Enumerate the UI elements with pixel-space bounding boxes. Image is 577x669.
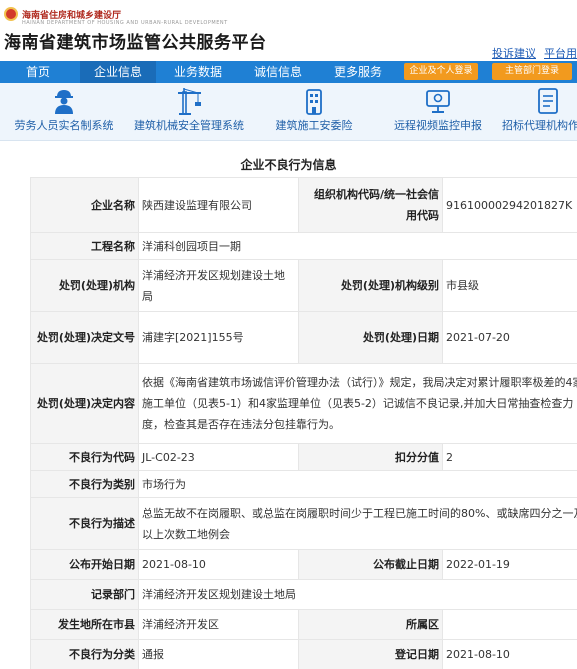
decision-date-value: 2021-07-20 <box>442 311 577 364</box>
table-row: 处罚(处理)机构 洋浦经济开发区规划建设土地局 处罚(处理)机构级别 市县级 <box>30 259 577 312</box>
record-dept-value: 洋浦经济开发区规划建设土地局 <box>138 579 577 610</box>
quick-crane-system[interactable]: 建筑机械安全管理系统 <box>124 83 254 141</box>
nav-home[interactable]: 首页 <box>0 61 76 83</box>
publish-end-value: 2022-01-19 <box>442 549 577 580</box>
bad-behavior-table: 企业名称 陕西建设监理有限公司 组织机构代码/统一社会信用代码 91610000… <box>30 177 577 669</box>
top-links: 投诉建议 平台用 <box>492 45 577 61</box>
quick-bid-agency[interactable]: 招标代理机构作 <box>500 83 577 141</box>
score-value: 2 <box>442 443 577 471</box>
location-city-value: 洋浦经济开发区 <box>138 609 299 640</box>
table-row: 处罚(处理)决定内容 依据《海南省建筑市场诚信评价管理办法（试行）》规定，我局决… <box>30 363 577 444</box>
quick-label: 建筑机械安全管理系统 <box>134 119 244 132</box>
location-city-label: 发生地所在市县 <box>30 609 139 640</box>
description-label: 不良行为描述 <box>30 497 139 550</box>
district-value <box>442 609 577 640</box>
district-label: 所属区 <box>298 609 443 640</box>
company-name-label: 企业名称 <box>30 177 139 233</box>
publish-start-label: 公布开始日期 <box>30 549 139 580</box>
record-dept-label: 记录部门 <box>30 579 139 610</box>
complaint-link[interactable]: 投诉建议 <box>492 45 536 61</box>
quick-worker-system[interactable]: 劳务人员实名制系统 <box>8 83 120 141</box>
nav-credit-info[interactable]: 诚信信息 <box>240 61 316 83</box>
publish-end-label: 公布截止日期 <box>298 549 443 580</box>
authority-login-button[interactable]: 主管部门登录 <box>492 63 572 80</box>
table-row: 不良行为分类 通报 登记日期 2021-08-10 <box>30 639 577 669</box>
register-date-label: 登记日期 <box>298 639 443 669</box>
classification-value: 通报 <box>138 639 299 669</box>
table-row: 工程名称 洋浦科创园项目一期 <box>30 232 577 260</box>
decision-content-label: 处罚(处理)决定内容 <box>30 363 139 444</box>
table-row: 处罚(处理)决定文号 浦建字[2021]155号 处罚(处理)日期 2021-0… <box>30 311 577 364</box>
table-row: 不良行为描述 总监无故不在岗履职、或总监在岗履职时间少于工程已施工时间的80%、… <box>30 497 577 550</box>
decision-date-label: 处罚(处理)日期 <box>298 311 443 364</box>
authority-level-label: 处罚(处理)机构级别 <box>298 259 443 312</box>
table-row: 不良行为类别 市场行为 <box>30 470 577 498</box>
site-title: 海南省建筑市场监管公共服务平台 <box>4 33 267 53</box>
quick-video-monitor[interactable]: 远程视频监控申报 <box>384 83 492 141</box>
project-value: 洋浦科创园项目一期 <box>138 232 577 260</box>
decision-no-label: 处罚(处理)决定文号 <box>30 311 139 364</box>
quick-label: 远程视频监控申报 <box>394 119 482 132</box>
org-code-label: 组织机构代码/统一社会信用代码 <box>298 177 443 233</box>
quick-label: 建筑施工安委险 <box>275 119 353 132</box>
section-title: 企业不良行为信息 <box>240 158 337 172</box>
nav-business-data[interactable]: 业务数据 <box>160 61 236 83</box>
publish-start-value: 2021-08-10 <box>138 549 299 580</box>
project-label: 工程名称 <box>30 232 139 260</box>
org-code-value: 91610000294201827K <box>442 177 577 233</box>
decision-content-value: 依据《海南省建筑市场诚信评价管理办法（试行）》规定，我局决定对累计履职率极差的4… <box>138 363 577 444</box>
classification-label: 不良行为分类 <box>30 639 139 669</box>
category-label: 不良行为类别 <box>30 470 139 498</box>
table-row: 公布开始日期 2021-08-10 公布截止日期 2022-01-19 <box>30 549 577 580</box>
register-date-value: 2021-08-10 <box>442 639 577 669</box>
table-row: 记录部门 洋浦经济开发区规划建设土地局 <box>30 579 577 610</box>
quick-menu: 劳务人员实名制系统 建筑机械安全管理系统 建筑施工安委险 远程视频监控申报 招标… <box>0 83 577 141</box>
department-sub: HAINAN DEPARTMENT OF HOUSING AND URBAN-R… <box>22 20 228 26</box>
department-name: 海南省住房和城乡建设厅 <box>22 10 122 21</box>
behavior-code-label: 不良行为代码 <box>30 443 139 471</box>
nav-company-info[interactable]: 企业信息 <box>80 61 156 83</box>
main-nav: 首页 企业信息 业务数据 诚信信息 更多服务 企业及个人登录 主管部门登录 <box>0 61 577 83</box>
worker-icon <box>55 90 73 114</box>
company-login-button[interactable]: 企业及个人登录 <box>404 63 478 80</box>
company-name-value: 陕西建设监理有限公司 <box>138 177 299 233</box>
behavior-code-value: JL-C02-23 <box>138 443 299 471</box>
site-header: 海南省住房和城乡建设厅 HAINAN DEPARTMENT OF HOUSING… <box>0 0 577 62</box>
decision-no-value: 浦建字[2021]155号 <box>138 311 299 364</box>
table-row: 发生地所在市县 洋浦经济开发区 所属区 <box>30 609 577 640</box>
building-icon <box>306 89 322 115</box>
description-value: 总监无故不在岗履职、或总监在岗履职时间少于工程已施工时间的80%、或缺席四分之一… <box>138 497 577 550</box>
authority-level-value: 市县级 <box>442 259 577 312</box>
emblem-icon <box>4 7 18 21</box>
platform-link[interactable]: 平台用 <box>544 45 577 61</box>
authority-value: 洋浦经济开发区规划建设土地局 <box>138 259 299 312</box>
score-label: 扣分分值 <box>298 443 443 471</box>
quick-construction-safety[interactable]: 建筑施工安委险 <box>262 83 366 141</box>
authority-label: 处罚(处理)机构 <box>30 259 139 312</box>
document-icon <box>537 88 558 114</box>
nav-more-services[interactable]: 更多服务 <box>320 61 396 83</box>
monitor-icon <box>426 90 450 113</box>
table-row: 企业名称 陕西建设监理有限公司 组织机构代码/统一社会信用代码 91610000… <box>30 177 577 233</box>
category-value: 市场行为 <box>138 470 577 498</box>
table-row: 不良行为代码 JL-C02-23 扣分分值 2 <box>30 443 577 471</box>
crane-icon <box>178 88 201 115</box>
quick-label: 劳务人员实名制系统 <box>14 119 114 132</box>
quick-label: 招标代理机构作 <box>502 119 577 132</box>
